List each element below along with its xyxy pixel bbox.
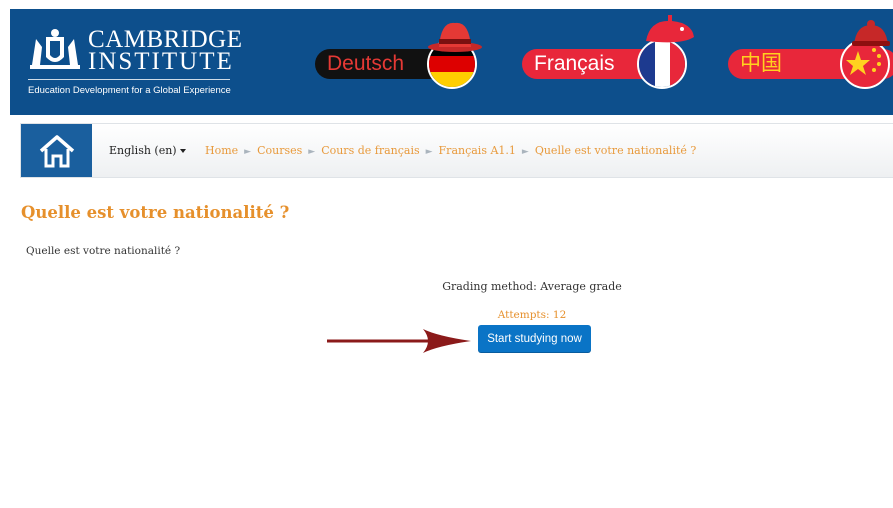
breadcrumb-separator-icon: ► (425, 147, 433, 157)
breadcrumb-cours-de-francais[interactable]: Cours de français (321, 144, 419, 157)
pointer-arrow-icon (327, 329, 471, 353)
attempts-info: Attempts: 12 (0, 309, 893, 321)
activity-intro: Quelle est votre nationalité ? (26, 245, 181, 257)
home-button[interactable] (21, 124, 92, 177)
language-link-chinese[interactable]: 中国 (728, 9, 893, 115)
logo-text-line2: INSTITUTE (88, 48, 234, 75)
caret-down-icon (179, 149, 186, 153)
start-studying-button[interactable]: Start studying now (478, 325, 591, 353)
page-title: Quelle est votre nationalité ? (21, 203, 290, 222)
cambridge-institute-logo[interactable]: CAMBRIDGE INSTITUTE Education Developmen… (26, 25, 242, 105)
beret-icon (646, 15, 694, 43)
house-icon (39, 134, 74, 167)
language-link-deutsch[interactable]: Deutsch (315, 9, 485, 115)
breadcrumb-separator-icon: ► (244, 147, 252, 157)
breadcrumb-home[interactable]: Home (205, 144, 238, 157)
breadcrumb-separator-icon: ► (521, 147, 529, 157)
chinese-hat-icon (852, 20, 890, 46)
breadcrumb-current-page[interactable]: Quelle est votre nationalité ? (535, 144, 696, 157)
breadcrumb-francais-a1-1[interactable]: Français A1.1 (439, 144, 516, 157)
language-dropdown[interactable]: English (en) (109, 144, 186, 157)
navigation-bar: English (en) Home ► Courses ► Cours de franç… (20, 123, 893, 178)
crest-icon (30, 29, 80, 69)
logo-tagline: Education Development for a Global Exper… (28, 85, 231, 96)
attempts-link[interactable]: Attempts: 12 (498, 309, 567, 321)
breadcrumb: Home ► Courses ► Cours de français ► Français … (205, 144, 696, 157)
site-banner: CAMBRIDGE INSTITUTE Education Developmen… (10, 9, 893, 115)
language-dropdown-label: English (en) (109, 144, 177, 157)
breadcrumb-separator-icon: ► (308, 147, 316, 157)
fedora-hat-icon (428, 22, 482, 52)
language-link-francais[interactable]: Français (522, 9, 697, 115)
grading-method: Grading method: Average grade (442, 280, 622, 293)
logo-divider (28, 79, 230, 80)
breadcrumb-courses[interactable]: Courses (257, 144, 302, 157)
